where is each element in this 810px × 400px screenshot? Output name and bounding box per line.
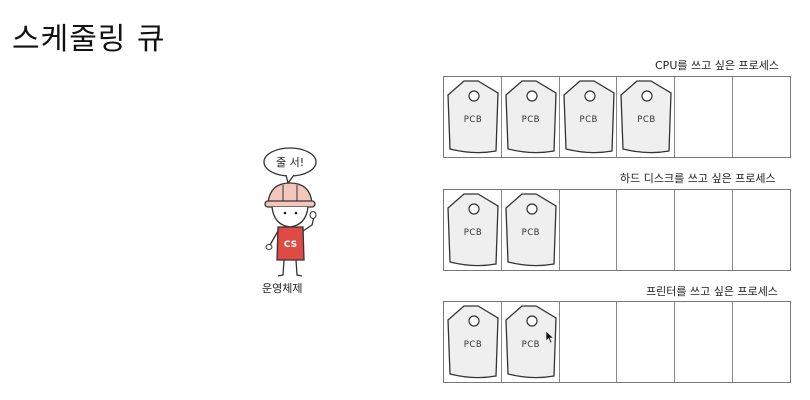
queue-slot-empty (675, 77, 734, 157)
queue-slot-empty (617, 302, 676, 382)
os-badge: CS (284, 240, 297, 250)
queue-slot: PCB (502, 77, 560, 157)
pcb-label: PCB (579, 115, 598, 125)
queue-slot-empty (617, 190, 676, 270)
pcb-label: PCB (521, 228, 541, 238)
queue-label-printer: 프린터를 쓰고 싶은 프로세스 (646, 285, 778, 298)
queue-slot-empty (733, 77, 790, 157)
queue-slot-empty (560, 190, 618, 270)
queue-slot-empty (560, 302, 618, 382)
queue-printer: PCB PCB (443, 301, 791, 383)
queue-slot: PCB (502, 190, 560, 270)
queue-slot-empty (733, 302, 790, 382)
pcb-label: PCB (463, 228, 483, 238)
queue-slot: PCB (560, 77, 618, 157)
os-label: 운영체제 (262, 282, 303, 295)
pcb-label: PCB (463, 340, 483, 350)
mouse-cursor-icon (545, 330, 555, 344)
queue-label-cpu: CPU를 쓰고 싶은 프로세스 (655, 59, 779, 72)
pcb-label: PCB (463, 115, 483, 125)
queue-slot: PCB (444, 302, 502, 382)
queue-slot: PCB (617, 77, 676, 157)
queue-slot-empty (733, 190, 790, 270)
page-title: 스케줄링 큐 (12, 22, 166, 57)
queue-cpu: PCB PCB PCB PCB (443, 76, 791, 158)
speech-bubble-text: 줄 서! (276, 156, 305, 169)
queue-label-disk: 하드 디스크를 쓰고 싶은 프로세스 (620, 172, 776, 185)
queue-slot-empty (675, 190, 734, 270)
pcb-label: PCB (521, 115, 541, 125)
queue-slot: PCB (444, 190, 502, 270)
queue-slot-empty (675, 302, 734, 382)
queue-disk: PCB PCB (443, 189, 791, 271)
pcb-label: PCB (637, 115, 656, 125)
queue-slot: PCB (444, 77, 502, 157)
